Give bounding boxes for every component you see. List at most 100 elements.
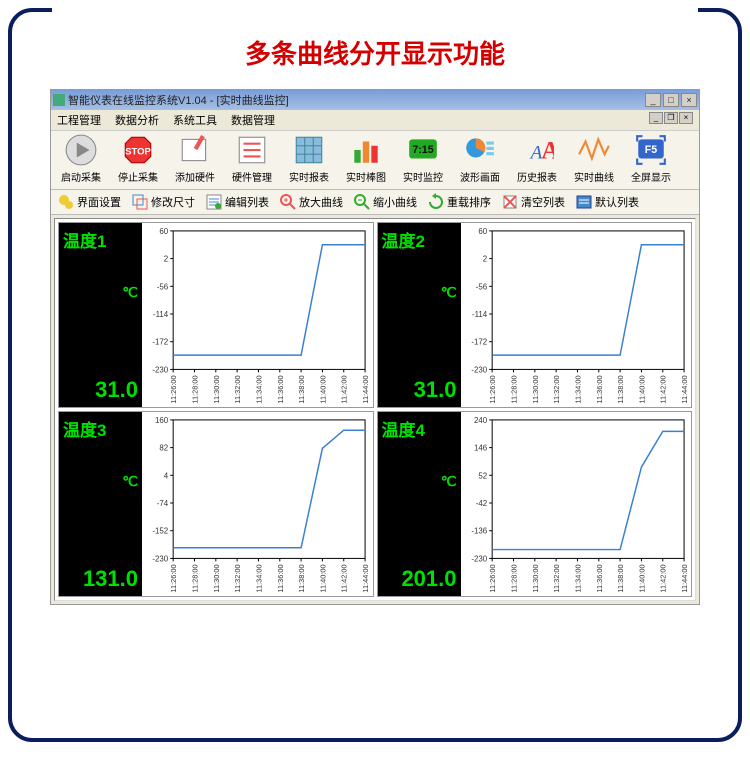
svg-text:52: 52 — [478, 471, 487, 480]
tool-f5[interactable]: F5全屏显示 — [623, 133, 679, 187]
svg-text:240: 240 — [474, 416, 488, 425]
tool2-editlist[interactable]: 编辑列表 — [203, 192, 271, 212]
tool2-zoomout[interactable]: 缩小曲线 — [351, 192, 419, 212]
svg-text:-114: -114 — [153, 310, 169, 319]
gears-icon — [57, 193, 75, 211]
tool-grid[interactable]: 实时报表 — [281, 133, 337, 187]
panel-chart[interactable]: 160824-74-152-23011:26:0011:28:0011:30:0… — [142, 412, 373, 596]
panel-title: 温度4 — [382, 416, 457, 441]
svg-text:11:34:00: 11:34:00 — [254, 564, 263, 592]
panel-chart[interactable]: 602-56-114-172-23011:26:0011:28:0011:30:… — [461, 223, 692, 407]
svg-text:-56: -56 — [157, 282, 169, 291]
tool-label: 历史报表 — [517, 169, 557, 184]
tool-clock[interactable]: 7:15实时监控 — [395, 133, 451, 187]
window-title: 智能仪表在线监控系统V1.04 - [实时曲线监控] — [68, 92, 289, 108]
svg-text:7:15: 7:15 — [412, 144, 433, 156]
svg-text:4: 4 — [164, 471, 169, 480]
svg-text:-114: -114 — [471, 310, 487, 319]
svg-text:11:36:00: 11:36:00 — [594, 375, 603, 403]
svg-text:11:36:00: 11:36:00 — [276, 375, 285, 403]
mdi-close-button[interactable]: × — [679, 112, 693, 124]
svg-text:11:38:00: 11:38:00 — [616, 375, 625, 403]
menu-data[interactable]: 数据管理 — [231, 112, 275, 128]
tool2-clear[interactable]: 清空列表 — [499, 192, 567, 212]
tool-label: 停止采集 — [118, 169, 158, 184]
svg-text:-230: -230 — [152, 554, 168, 563]
tool-edit[interactable]: 添加硬件 — [167, 133, 223, 187]
stop-icon: STOP — [121, 133, 155, 167]
panel-value: 31.0 — [63, 377, 138, 403]
svg-text:11:42:00: 11:42:00 — [340, 564, 349, 592]
edit-icon — [178, 133, 212, 167]
clear-icon — [501, 193, 519, 211]
svg-text:11:44:00: 11:44:00 — [680, 375, 689, 403]
svg-text:11:30:00: 11:30:00 — [530, 564, 539, 592]
clock-icon: 7:15 — [406, 133, 440, 167]
panel-1: 温度1℃31.0602-56-114-172-23011:26:0011:28:… — [58, 222, 374, 408]
svg-text:11:32:00: 11:32:00 — [552, 564, 561, 592]
maximize-button[interactable]: □ — [663, 93, 679, 107]
tool2-label: 界面设置 — [77, 194, 121, 210]
app-icon — [53, 94, 65, 106]
reload-icon — [427, 193, 445, 211]
menu-analysis[interactable]: 数据分析 — [115, 112, 159, 128]
minimize-button[interactable]: _ — [645, 93, 661, 107]
svg-text:-42: -42 — [475, 499, 486, 508]
mdi-minimize-button[interactable]: _ — [649, 112, 663, 124]
tool2-default[interactable]: 默认列表 — [573, 192, 641, 212]
panel-2: 温度2℃31.0602-56-114-172-23011:26:0011:28:… — [377, 222, 693, 408]
tool-label: 实时报表 — [289, 169, 329, 184]
svg-text:11:28:00: 11:28:00 — [509, 375, 518, 403]
tool-pie[interactable]: 波形画面 — [452, 133, 508, 187]
zoomin-icon — [279, 193, 297, 211]
tool-play[interactable]: 启动采集 — [53, 133, 109, 187]
editlist-icon — [205, 193, 223, 211]
panel-chart[interactable]: 602-56-114-172-23011:26:0011:28:0011:30:… — [142, 223, 373, 407]
panel-value: 31.0 — [382, 377, 457, 403]
svg-text:11:30:00: 11:30:00 — [212, 564, 221, 592]
tool2-gears[interactable]: 界面设置 — [55, 192, 123, 212]
svg-text:11:44:00: 11:44:00 — [361, 375, 370, 403]
main-toolbar: 启动采集 STOP 停止采集添加硬件硬件管理 实时报表 实时棒图 7:15实时监控波形画面… — [51, 131, 699, 190]
svg-text:60: 60 — [478, 227, 487, 236]
tool-label: 实时棒图 — [346, 169, 386, 184]
panel-unit: ℃ — [382, 284, 457, 301]
tool-wave[interactable]: 实时曲线 — [566, 133, 622, 187]
tool-bars[interactable]: 实时棒图 — [338, 133, 394, 187]
svg-text:160: 160 — [155, 416, 169, 425]
svg-text:11:30:00: 11:30:00 — [530, 375, 539, 403]
close-button[interactable]: × — [681, 93, 697, 107]
tool2-reload[interactable]: 重载排序 — [425, 192, 493, 212]
tool2-zoomin[interactable]: 放大曲线 — [277, 192, 345, 212]
svg-text:146: 146 — [474, 444, 488, 453]
svg-text:11:28:00: 11:28:00 — [190, 564, 199, 592]
svg-text:11:34:00: 11:34:00 — [573, 564, 582, 592]
bars-icon — [349, 133, 383, 167]
default-icon — [575, 193, 593, 211]
svg-text:11:40:00: 11:40:00 — [318, 564, 327, 592]
svg-text:2: 2 — [164, 255, 168, 264]
svg-text:60: 60 — [159, 227, 168, 236]
tool-font[interactable]: AA历史报表 — [509, 133, 565, 187]
wave-icon — [577, 133, 611, 167]
tool-label: 启动采集 — [61, 169, 101, 184]
svg-text:11:38:00: 11:38:00 — [297, 564, 306, 592]
svg-text:11:36:00: 11:36:00 — [594, 564, 603, 592]
svg-text:A: A — [541, 136, 554, 165]
tool-label: 硬件管理 — [232, 169, 272, 184]
svg-text:11:44:00: 11:44:00 — [680, 564, 689, 592]
tool-stop[interactable]: STOP 停止采集 — [110, 133, 166, 187]
tool2-resize[interactable]: 修改尺寸 — [129, 192, 197, 212]
mdi-restore-button[interactable]: ❐ — [664, 112, 678, 124]
menu-tools[interactable]: 系统工具 — [173, 112, 217, 128]
svg-text:STOP: STOP — [125, 146, 151, 157]
svg-text:-172: -172 — [471, 338, 487, 347]
panel-title: 温度3 — [63, 416, 138, 441]
panel-chart[interactable]: 24014652-42-136-23011:26:0011:28:0011:30… — [461, 412, 692, 596]
page-caption: 多条曲线分开显示功能 — [30, 34, 720, 71]
menu-project[interactable]: 工程管理 — [57, 112, 101, 128]
tool2-label: 清空列表 — [521, 194, 565, 210]
tool2-label: 修改尺寸 — [151, 194, 195, 210]
tool-list[interactable]: 硬件管理 — [224, 133, 280, 187]
app-window: 智能仪表在线监控系统V1.04 - [实时曲线监控] _ □ × 工程管理 数据… — [50, 89, 700, 605]
